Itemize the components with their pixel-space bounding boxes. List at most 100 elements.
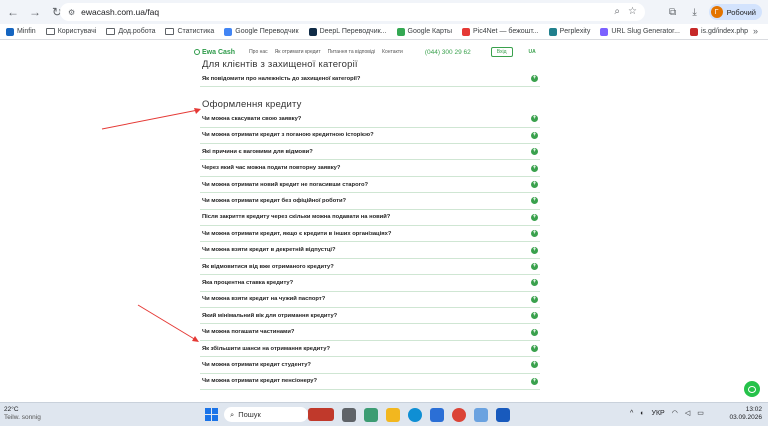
google-maps-icon [396, 27, 405, 36]
clock[interactable]: 13:02 03.09.2026 [729, 406, 762, 422]
search-highlight-icon[interactable] [308, 408, 334, 421]
faq-question-text: Після закриття кредиту через скільки мож… [202, 214, 391, 221]
faq-question[interactable]: Які причини є вагомими для відмови? + [200, 144, 540, 161]
google-translate-icon [224, 27, 233, 36]
input-language[interactable]: УКР [652, 410, 665, 417]
faq-question[interactable]: Як відмовитися від вже отриманого кредит… [200, 259, 540, 276]
bookmark-item[interactable]: Perplexity [548, 27, 591, 36]
faq-question[interactable]: Чи можна отримати кредит, якщо є кредити… [200, 226, 540, 243]
chat-widget-button[interactable] [744, 381, 760, 397]
profile-button[interactable]: Г Робочий [708, 4, 762, 20]
site-nav-link[interactable]: Контакти [382, 49, 403, 55]
bookmark-item[interactable]: Дод.робота [106, 28, 155, 35]
folder-icon [45, 28, 55, 35]
download-icon[interactable]: ⤓ [687, 4, 703, 20]
document-app-icon[interactable] [474, 408, 488, 422]
expand-plus-icon[interactable]: + [531, 295, 538, 303]
zoom-search-icon[interactable]: ⌕ [614, 6, 620, 17]
taskbar-search[interactable]: ⌕ Пошук [224, 407, 308, 422]
faq-question[interactable]: Чи можна отримати новий кредит не погаси… [200, 177, 540, 194]
photos-icon[interactable] [430, 408, 444, 422]
file-explorer-icon[interactable] [386, 408, 400, 422]
annotation-arrow-2 [137, 304, 199, 342]
phone-link[interactable]: (044) 300 29 62 [425, 49, 471, 56]
address-bar[interactable]: ⚙ ewacash.com.ua/faq ⌕ ☆ [60, 3, 645, 21]
expand-plus-icon[interactable]: + [531, 377, 538, 385]
weather-widget[interactable]: 22°C Teilw. sonnig [4, 406, 41, 422]
faq-question-text: Чи можна отримати кредит без офіційної р… [202, 197, 347, 204]
isgd-icon [689, 27, 698, 36]
expand-plus-icon[interactable]: + [531, 181, 538, 188]
extensions-icon[interactable]: ⧉ [665, 4, 681, 20]
annotation-arrow-1 [101, 108, 201, 130]
faq-question[interactable]: Чи можна отримати кредит пенсіонеру? + [200, 374, 540, 390]
bookmark-item[interactable]: Minfin [6, 27, 36, 36]
faq-question[interactable]: Чи можна погашати частинами? + [200, 325, 540, 341]
expand-plus-icon[interactable]: + [531, 213, 538, 221]
login-button[interactable]: Вхід [490, 47, 513, 57]
bookmark-item[interactable]: Статистика [165, 28, 214, 35]
task-view-icon[interactable] [342, 408, 356, 422]
faq-question[interactable]: Яка процентна ставка кредиту? + [200, 275, 540, 292]
faq-question[interactable]: Чи можна взяти кредит в декретній відпус… [200, 243, 540, 259]
faq-question-text: Чи можна взяти кредит в декретній відпус… [202, 247, 336, 254]
expand-plus-icon[interactable]: + [531, 131, 538, 139]
bookmark-label: Perplexity [559, 28, 591, 35]
bookmark-item[interactable]: Google Карты [396, 27, 452, 36]
copilot-icon[interactable] [364, 408, 378, 422]
bookmark-item[interactable]: DeepL Переводчик... [308, 27, 387, 36]
faq-question[interactable]: Чи можна отримати кредит без офіційної р… [200, 193, 540, 210]
bookmark-item[interactable]: is.gd/index.php [689, 27, 748, 36]
expand-plus-icon[interactable]: + [531, 263, 538, 270]
faq-question[interactable]: Чи можна отримати кредит з поганою креди… [200, 128, 540, 144]
expand-plus-icon[interactable]: + [531, 312, 538, 320]
expand-plus-icon[interactable]: + [531, 115, 538, 123]
faq-question[interactable]: Як повідомити про належність до захищено… [200, 71, 540, 88]
tray-chevron-icon[interactable]: ^ [630, 410, 633, 417]
back-icon[interactable]: ← [4, 3, 22, 21]
expand-plus-icon[interactable]: + [531, 279, 538, 287]
faq-question[interactable]: Чи можна отримати кредит студенту? + [200, 357, 540, 374]
bookmark-star-icon[interactable]: ☆ [628, 6, 637, 17]
site-nav-link[interactable]: Як отримати кредит [275, 49, 321, 55]
bookmark-item[interactable]: Pic4Net — бежошт... [461, 27, 539, 36]
faq-section-title: Оформлення кредиту [202, 99, 302, 111]
bookmark-item[interactable]: Користувачі [45, 28, 96, 35]
faq-question[interactable]: Через який час можна подати повторну зая… [200, 161, 540, 177]
faq-question[interactable]: Як збільшити шанси на отримання кредиту?… [200, 341, 540, 358]
expand-plus-icon[interactable]: + [531, 345, 538, 352]
faq-question[interactable]: Чи можна взяти кредит на чужий паспорт? + [200, 292, 540, 308]
expand-plus-icon[interactable]: + [531, 148, 538, 156]
expand-plus-icon[interactable]: + [531, 230, 538, 238]
language-switch[interactable]: UA [529, 49, 536, 55]
battery-icon[interactable]: ▭ [697, 409, 704, 417]
expand-plus-icon[interactable]: + [531, 197, 538, 205]
tray-app-icon[interactable]: ◐ [640, 410, 644, 417]
logo-icon [194, 49, 200, 55]
faq-question[interactable]: Після закриття кредиту через скільки мож… [200, 210, 540, 226]
expand-plus-icon[interactable]: + [531, 328, 538, 336]
windows-start-icon[interactable] [205, 408, 218, 421]
site-logo[interactable]: Ewa Cash [194, 49, 235, 56]
site-nav-link[interactable]: Про нас [249, 49, 268, 55]
chrome-icon[interactable] [452, 408, 466, 422]
forward-icon[interactable]: → [26, 3, 44, 21]
more-bookmarks-icon[interactable]: » [753, 26, 758, 36]
faq-question-text: Чи можна отримати новий кредит не погаси… [202, 181, 369, 188]
site-info-icon[interactable]: ⚙ [68, 8, 75, 17]
site-nav-link[interactable]: Питання та відповіді [328, 49, 375, 55]
expand-plus-icon[interactable]: + [531, 164, 538, 172]
bookmark-item[interactable]: Google Переводчик [224, 27, 299, 36]
expand-plus-icon[interactable]: + [531, 75, 538, 82]
expand-plus-icon[interactable]: + [531, 361, 538, 369]
edge-icon[interactable] [408, 408, 422, 422]
expand-plus-icon[interactable]: + [531, 246, 538, 254]
volume-icon[interactable]: ◁ [685, 409, 690, 417]
word-icon[interactable] [496, 408, 510, 422]
faq-question-text: Яка процентна ставка кредиту? [202, 279, 294, 286]
bookmark-label: Google Карты [407, 28, 452, 35]
wifi-icon[interactable]: ◠ [672, 409, 678, 417]
faq-question[interactable]: Чи можна скасувати свою заявку? + [200, 111, 540, 128]
bookmark-item[interactable]: URL Slug Generator... [600, 27, 680, 36]
faq-question[interactable]: Який мінімальний вік для отримання креди… [200, 308, 540, 325]
